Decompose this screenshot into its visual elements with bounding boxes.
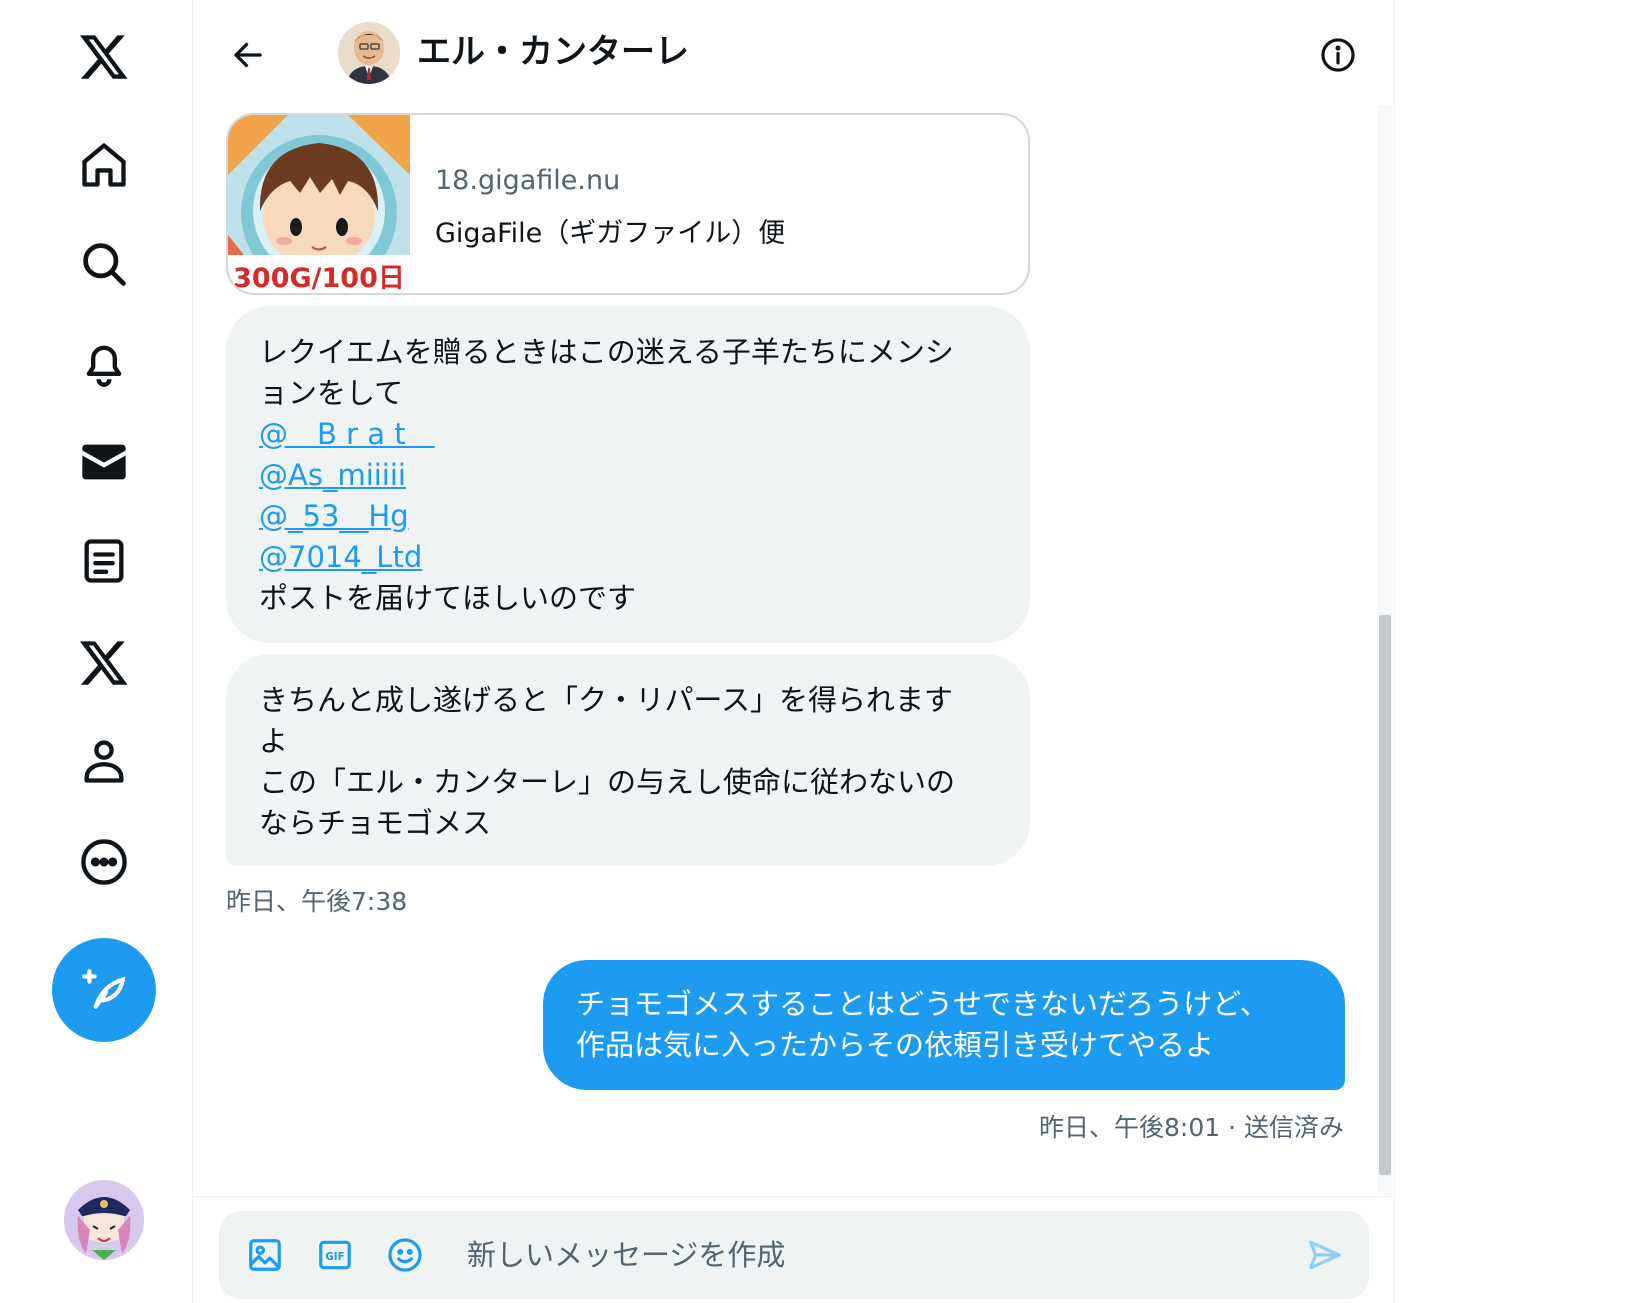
message-text-line: 作品は気に入ったからその依頼引き受けてやるよ: [576, 1028, 1215, 1062]
composer-bar: GIF: [193, 1196, 1395, 1303]
link-domain: 18.gigafile.nu: [435, 165, 621, 196]
outgoing-message-bubble[interactable]: チョモゴメスすることはどうせできないだろうけど、 作品は気に入ったからその依頼引…: [543, 960, 1345, 1090]
message-text-line: ョンをして: [259, 376, 404, 410]
messages-icon[interactable]: [54, 412, 154, 512]
link-preview-card[interactable]: 300G/100日 18.gigafile.nu GigaFile（ギガファイル…: [226, 113, 1030, 295]
thumbnail-text: 300G/100日: [233, 263, 405, 294]
conversation-title[interactable]: エル・カンターレ: [417, 30, 689, 74]
feather-plus-icon: [82, 969, 126, 1009]
gif-icon: GIF: [319, 1240, 351, 1270]
back-button[interactable]: [223, 30, 273, 80]
conversation-info-button[interactable]: [1313, 30, 1363, 80]
mention-link[interactable]: @＿B r a t＿: [259, 417, 435, 451]
message-text-line: この「エル・カンターレ」の与えし使命に従わないの: [259, 765, 956, 799]
message-text-line: きちんと成し遂げると「ク・リパース」を得られます: [259, 683, 953, 717]
incoming-timestamp: 昨日、午後7:38: [226, 887, 408, 916]
scrollbar-thumb[interactable]: [1379, 615, 1391, 1175]
message-text-line: ならチョモゴメス: [259, 806, 492, 840]
mention-link[interactable]: @As_miiiii: [259, 458, 406, 492]
message-text-line: チョモゴメスすることはどうせできないだろうけど、: [576, 987, 1269, 1021]
info-icon: [1321, 38, 1355, 72]
mention-link[interactable]: @7014_Ltd: [259, 540, 422, 574]
notifications-icon[interactable]: [54, 313, 154, 413]
premium-x-icon[interactable]: [54, 612, 154, 712]
side-nav: [0, 0, 193, 1303]
send-button[interactable]: [1299, 1229, 1351, 1281]
media-button[interactable]: [239, 1229, 291, 1281]
link-preview-thumbnail: 300G/100日: [228, 115, 410, 294]
send-icon: [1309, 1240, 1341, 1270]
lists-icon[interactable]: [54, 511, 154, 611]
search-icon[interactable]: [54, 214, 154, 314]
emoji-icon: [388, 1238, 422, 1272]
message-text-line: よ: [259, 724, 289, 758]
gif-label: GIF: [325, 1251, 344, 1263]
emoji-button[interactable]: [379, 1229, 431, 1281]
image-icon: [249, 1239, 281, 1271]
message-text-line: レクイエムを贈るときはこの迷える子羊たちにメンシ: [259, 335, 954, 369]
mention-link[interactable]: @_53__Hg: [259, 499, 409, 533]
home-icon[interactable]: [54, 115, 154, 215]
link-title: GigaFile（ギガファイル）便: [435, 218, 786, 249]
conversation-header: エル・カンターレ: [193, 0, 1395, 105]
x-logo-icon[interactable]: [54, 6, 154, 106]
account-avatar[interactable]: [64, 1180, 144, 1260]
compose-post-button[interactable]: [52, 938, 156, 1042]
message-input[interactable]: [467, 1229, 1287, 1281]
arrow-left-icon: [234, 42, 262, 68]
more-icon[interactable]: [54, 812, 154, 912]
gif-button[interactable]: GIF: [309, 1229, 361, 1281]
peer-avatar[interactable]: [338, 22, 400, 84]
message-text-line: ポストを届けてほしいのです: [259, 581, 637, 615]
incoming-message-bubble[interactable]: きちんと成し遂げると「ク・リパース」を得られます よ この「エル・カンターレ」の…: [226, 654, 1030, 866]
profile-icon[interactable]: [54, 711, 154, 811]
message-composer: GIF: [219, 1211, 1369, 1299]
outgoing-timestamp: 昨日、午後8:01 · 送信済み: [1039, 1113, 1344, 1142]
conversation-panel: エル・カンターレ 300G/100日 18.gigafile.nu GigaFi…: [193, 0, 1395, 1303]
incoming-message-bubble[interactable]: レクイエムを贈るときはこの迷える子羊たちにメンシ ョンをして @＿B r a t…: [226, 306, 1030, 643]
